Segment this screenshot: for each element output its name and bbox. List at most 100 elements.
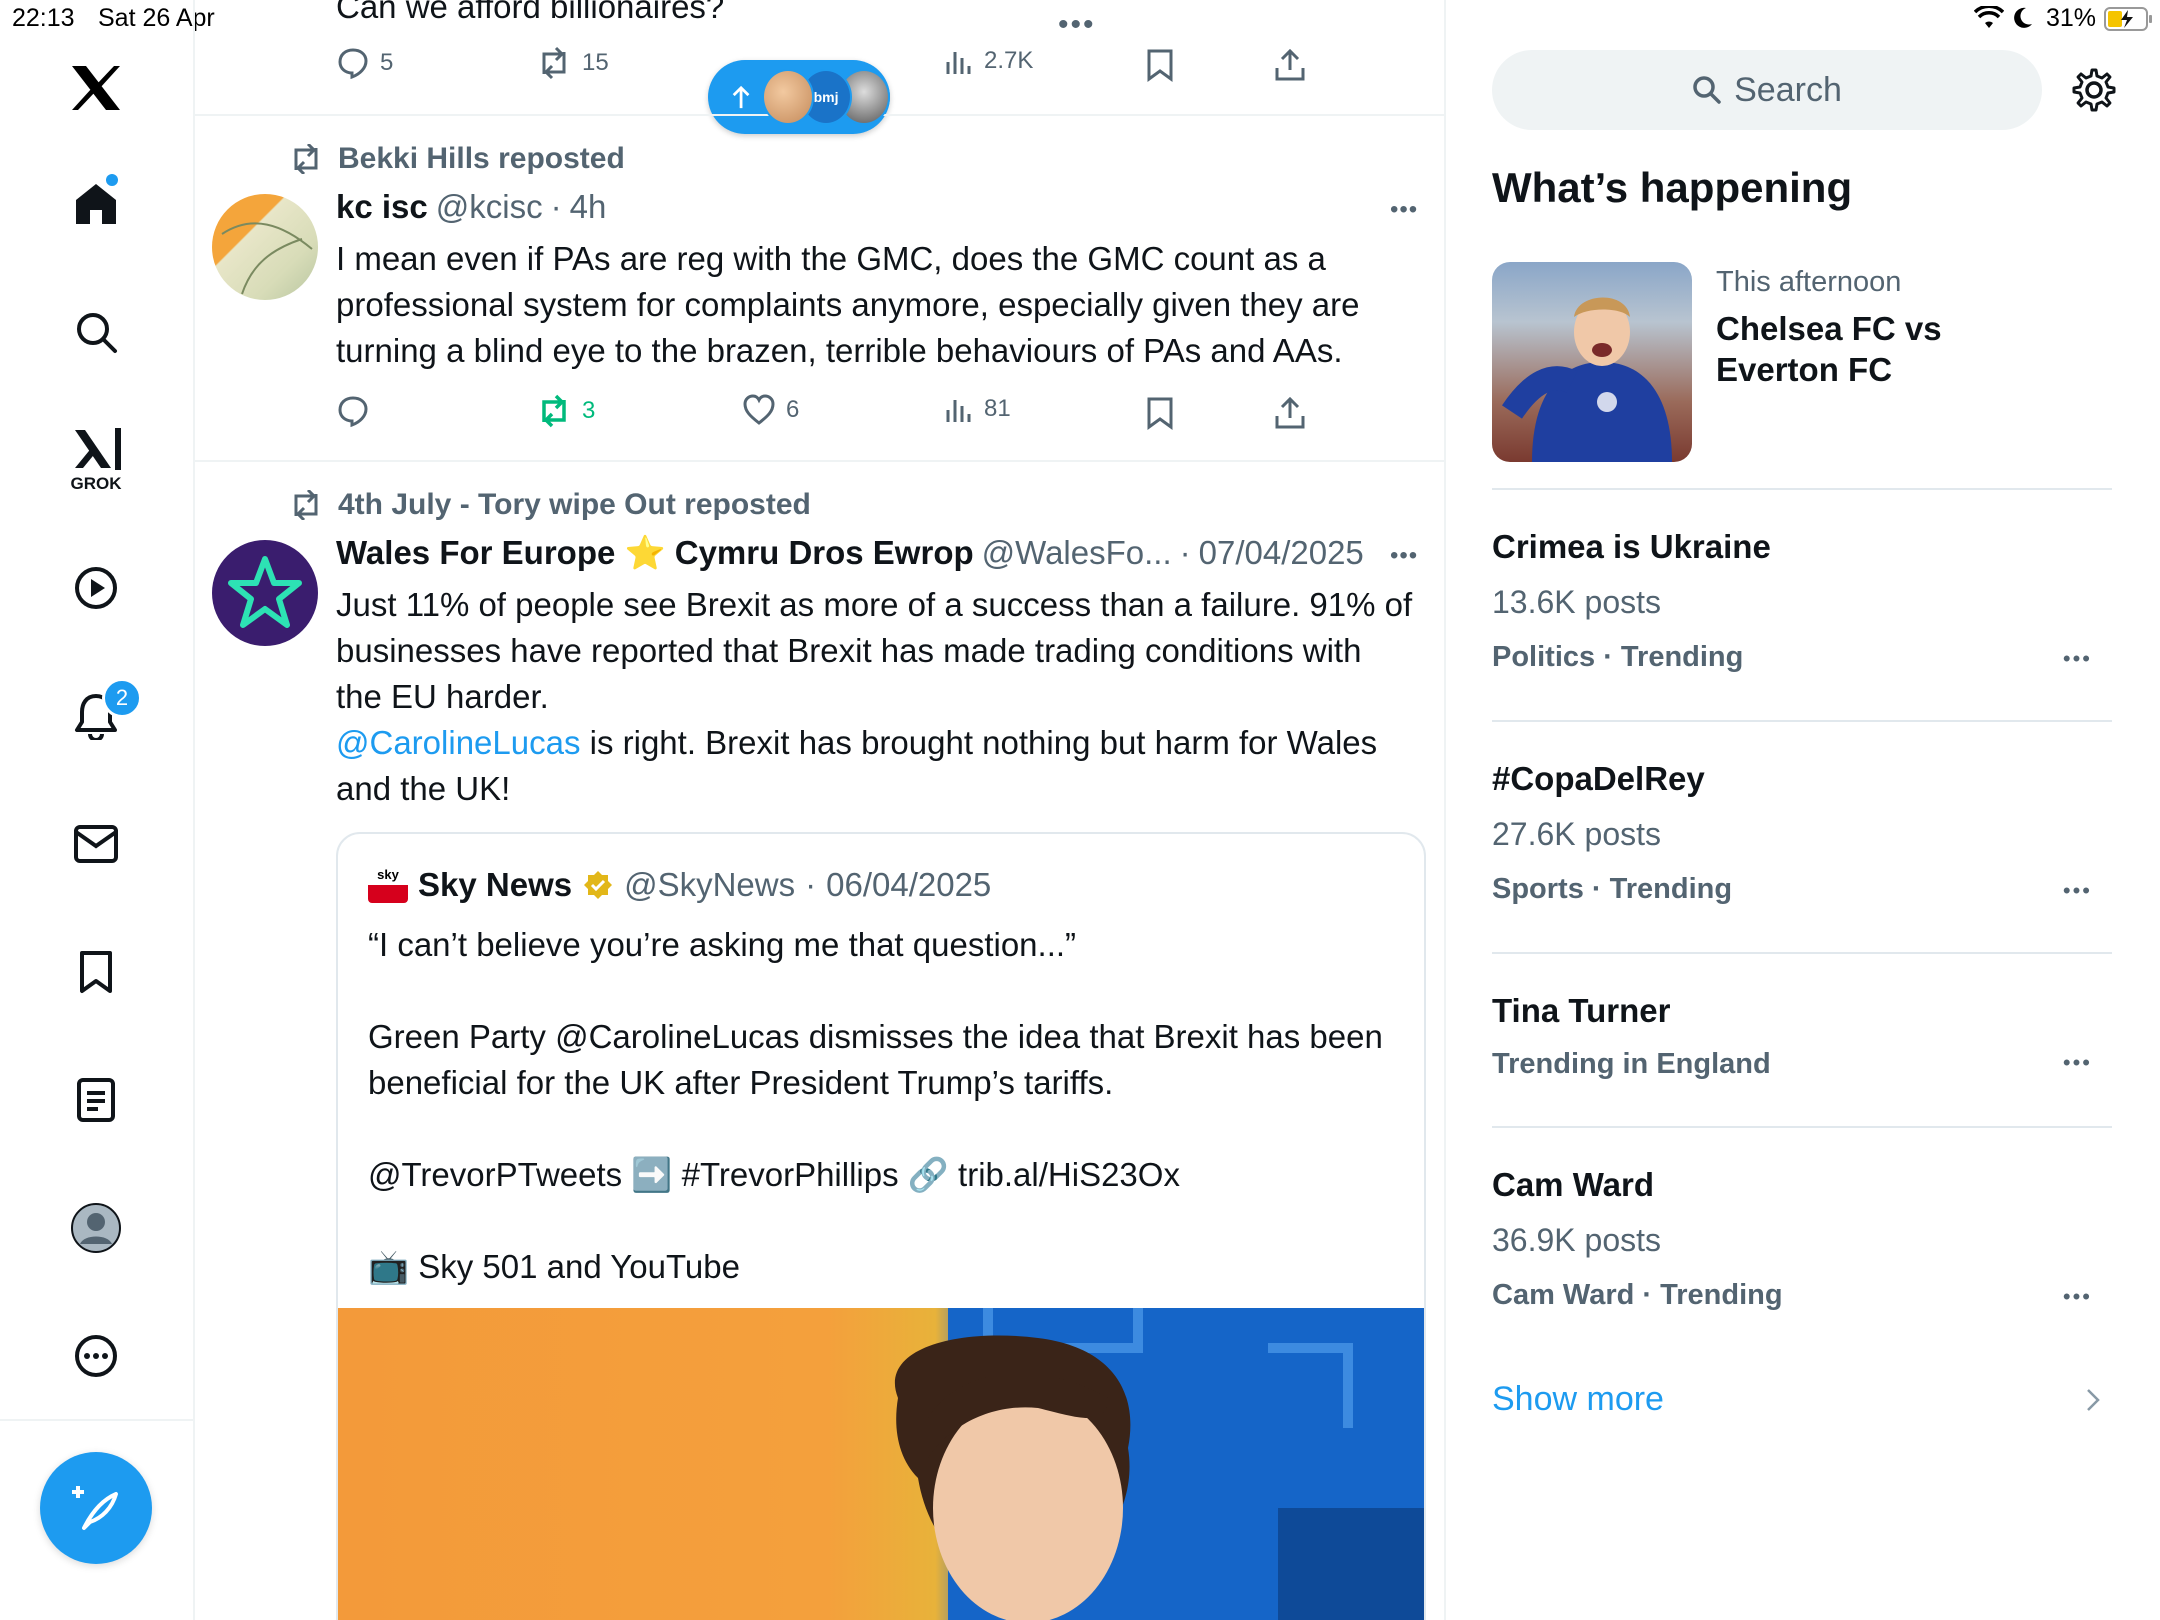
views-button[interactable]: 2.7K (944, 46, 1033, 76)
trend-meta: Trending in England (1492, 1048, 1771, 1080)
home-icon[interactable] (60, 168, 132, 240)
trend-meta: Cam Ward · Trending (1492, 1279, 1783, 1311)
event-time: This afternoon (1716, 266, 1902, 298)
more-options-icon[interactable]: ••• (1390, 196, 1418, 224)
views-count: 81 (984, 395, 1011, 422)
trend-title: Crimea is Ukraine (1492, 528, 1771, 565)
messages-icon[interactable] (60, 808, 132, 880)
reply-count: 5 (380, 49, 394, 76)
bookmark-icon (1147, 49, 1173, 82)
like-count: 6 (786, 396, 800, 423)
reposter-label: 4th July - Tory wipe Out reposted (338, 488, 811, 521)
sidebar-divider (1492, 720, 2112, 722)
more-icon[interactable] (60, 1320, 132, 1392)
author-handle[interactable]: @kcisc (436, 188, 543, 226)
author-name[interactable]: Wales For Europe ⭐ Cymru Dros Ewrop (336, 534, 974, 573)
more-options-icon[interactable]: ••• (2063, 1050, 2092, 1076)
views-icon (946, 400, 971, 422)
more-options-icon[interactable]: ••• (2063, 878, 2092, 904)
repost-count: 15 (582, 49, 609, 76)
sidebar-divider (1492, 952, 2112, 954)
trend-item[interactable]: Cam Ward 36.9K posts Cam Ward · Trending… (1492, 1166, 2112, 1336)
quote-date[interactable]: 06/04/2025 (826, 866, 991, 904)
search-placeholder: Search (1734, 70, 1842, 109)
bookmark-button[interactable] (1146, 396, 1174, 430)
home-unread-dot (106, 174, 118, 186)
notifications-badge: 2 (102, 678, 142, 718)
quote-author-name[interactable]: Sky News (418, 866, 572, 904)
more-options-icon[interactable]: ••• (2063, 1284, 2092, 1310)
reply-button[interactable] (336, 394, 380, 428)
left-nav: GROK 2 (0, 0, 195, 1620)
tweet-date[interactable]: 07/04/2025 (1199, 534, 1364, 572)
separator-dot: · (1179, 534, 1191, 571)
event-title: Chelsea FC vs Everton FC (1716, 310, 1942, 388)
like-button[interactable]: 6 (742, 394, 799, 426)
x-logo-icon[interactable] (60, 52, 132, 124)
verified-gold-badge-icon (582, 869, 614, 901)
trend-meta: Politics · Trending (1492, 641, 1744, 673)
bookmarks-icon[interactable] (60, 936, 132, 1008)
nav-divider (0, 1419, 193, 1421)
author-name[interactable]: kc isc (336, 188, 428, 226)
share-button[interactable] (1274, 396, 1306, 430)
repost-icon (542, 46, 566, 80)
reply-icon (338, 396, 368, 428)
avatar[interactable] (212, 540, 318, 646)
reply-button[interactable]: 5 (336, 46, 393, 80)
grok-label: GROK (70, 474, 122, 493)
views-icon (946, 52, 971, 74)
trend-item[interactable]: #CopaDelRey 27.6K posts Sports · Trendin… (1492, 760, 2112, 930)
event-image (1492, 262, 1692, 462)
video-thumbnail[interactable] (338, 1308, 1424, 1620)
profile-icon[interactable] (60, 1192, 132, 1264)
settings-gear-icon[interactable] (2072, 68, 2116, 112)
more-options-icon[interactable]: ••• (1390, 542, 1418, 570)
sidebar-divider (1492, 488, 2112, 490)
separator-dot: · (805, 866, 817, 903)
repost-button[interactable]: 15 (536, 46, 609, 80)
repost-context[interactable]: 4th July - Tory wipe Out reposted (288, 488, 811, 522)
repost-count: 3 (582, 397, 596, 424)
avatar[interactable] (212, 194, 318, 300)
trend-item[interactable]: Crimea is Ukraine 13.6K posts Politics ·… (1492, 528, 2112, 698)
more-options-icon[interactable]: ••• (2063, 646, 2092, 672)
mention-link[interactable]: @CarolineLucas (336, 724, 580, 761)
tweet-text-part-1: Just 11% of people see Brexit as more of… (336, 586, 1413, 715)
show-more-link[interactable]: Show more (1492, 1380, 2112, 1419)
arrow-up-icon (732, 85, 750, 109)
right-sidebar: Search What’s happening This afternoon C… (1446, 0, 2160, 1620)
tweet-time[interactable]: 4h (570, 188, 607, 226)
sky-news-logo-icon: sky (368, 867, 408, 903)
repost-context[interactable]: Bekki Hills reposted (288, 142, 625, 176)
tweet-text: Can we afford billionaires? (336, 0, 725, 25)
views-button[interactable]: 81 (944, 394, 1011, 424)
notifications-icon[interactable]: 2 (60, 678, 142, 752)
repost-icon (294, 144, 318, 174)
repost-icon (542, 394, 566, 428)
quote-line-4: 📺 Sky 501 and YouTube (368, 1248, 740, 1285)
timeline: Can we afford billionaires? ••• 5 15 2.7… (194, 0, 1446, 1620)
search-input[interactable]: Search (1492, 50, 2042, 130)
views-count: 2.7K (984, 47, 1034, 74)
quoted-tweet[interactable]: sky Sky News @SkyNews · 06/04/2025 “I ca… (336, 832, 1426, 1620)
share-button[interactable] (1274, 48, 1306, 82)
separator-dot: · (550, 188, 562, 225)
grok-icon[interactable]: GROK (60, 420, 132, 500)
lists-icon[interactable] (60, 1064, 132, 1136)
search-icon[interactable] (60, 296, 132, 368)
bookmark-button[interactable] (1146, 48, 1174, 82)
quote-author-handle[interactable]: @SkyNews (624, 866, 795, 904)
bookmark-icon (1147, 397, 1173, 430)
compose-button[interactable] (40, 1452, 152, 1564)
event-card[interactable]: This afternoon Chelsea FC vs Everton FC (1492, 262, 2112, 466)
repost-button[interactable]: 3 (536, 394, 595, 428)
new-posts-pill[interactable]: bmj (708, 60, 890, 134)
repost-icon (294, 490, 318, 520)
more-options-icon[interactable]: ••• (1058, 8, 1096, 42)
trend-item[interactable]: Tina Turner Trending in England ••• (1492, 992, 2112, 1102)
video-icon[interactable] (60, 552, 132, 624)
show-more-label: Show more (1492, 1380, 1664, 1418)
author-handle[interactable]: @WalesFo... (982, 534, 1172, 572)
tweet-text: Just 11% of people see Brexit as more of… (336, 582, 1416, 812)
